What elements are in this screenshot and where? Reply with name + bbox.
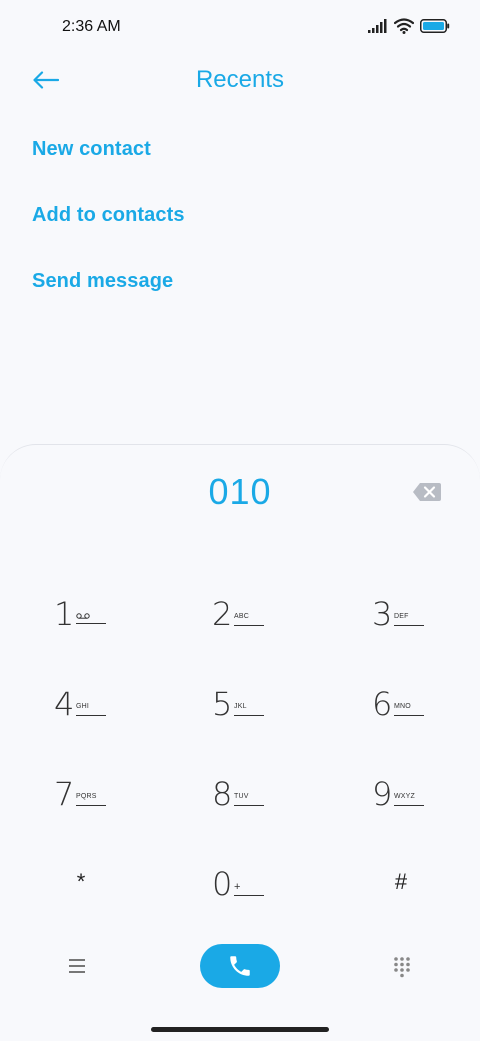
status-icons <box>368 18 450 34</box>
backspace-icon <box>413 483 441 501</box>
menu-button[interactable] <box>66 956 88 976</box>
key-7[interactable]: 7 PQRS <box>54 765 154 821</box>
key-digit: 4 <box>54 685 75 723</box>
key-star[interactable]: * <box>66 855 166 911</box>
key-1[interactable]: 1 <box>54 585 154 641</box>
bottom-bar <box>0 944 480 990</box>
wifi-icon <box>394 18 414 34</box>
key-sub: TUV <box>234 793 264 806</box>
voicemail-icon <box>76 613 90 619</box>
key-digit: 6 <box>372 685 393 723</box>
key-sub: DEF <box>394 613 424 626</box>
key-3[interactable]: 3 DEF <box>372 585 472 641</box>
key-hash[interactable]: # <box>386 855 480 911</box>
key-2[interactable]: 2 ABC <box>212 585 312 641</box>
signal-icon <box>368 19 387 33</box>
new-contact-link[interactable]: New contact <box>32 130 185 196</box>
key-sub: GHI <box>76 703 106 716</box>
key-sub: PQRS <box>76 793 106 806</box>
page-title: Recents <box>195 66 285 93</box>
keypad-row: 7 PQRS 8 TUV 9 WXYZ <box>0 765 480 825</box>
key-digit: 9 <box>372 775 393 813</box>
key-0[interactable]: 0 + <box>212 855 312 911</box>
key-sub: + <box>234 882 264 896</box>
keypad-row: 4 GHI 5 JKL 6 MNO <box>0 675 480 735</box>
key-digit: 5 <box>212 685 233 723</box>
dialpad-toggle-button[interactable] <box>392 956 412 978</box>
key-digit: * <box>76 869 86 894</box>
call-button[interactable] <box>200 944 280 988</box>
status-time: 2:36 AM <box>62 18 121 35</box>
key-sub: JKL <box>234 703 264 716</box>
key-digit: # <box>394 869 408 894</box>
key-digit: 0 <box>212 865 233 903</box>
status-bar: 2:36 AM <box>0 0 480 56</box>
key-sub: WXYZ <box>394 793 424 806</box>
keypad-row: * 0 + # <box>0 855 480 915</box>
add-to-contacts-link[interactable]: Add to contacts <box>32 196 185 262</box>
key-9[interactable]: 9 WXYZ <box>372 765 472 821</box>
backspace-button[interactable] <box>412 481 442 503</box>
phone-icon <box>230 956 250 976</box>
key-digit: 2 <box>212 595 233 633</box>
key-sub-voicemail <box>76 613 106 624</box>
action-list: New contact Add to contacts Send message <box>32 130 185 328</box>
key-digit: 7 <box>54 775 75 813</box>
key-sub: ABC <box>234 613 264 626</box>
send-message-link[interactable]: Send message <box>32 262 185 328</box>
key-sub: MNO <box>394 703 424 716</box>
key-6[interactable]: 6 MNO <box>372 675 472 731</box>
key-digit: 3 <box>372 595 393 633</box>
home-indicator[interactable] <box>151 1027 329 1032</box>
key-digit: 1 <box>54 595 75 633</box>
key-5[interactable]: 5 JKL <box>212 675 312 731</box>
key-4[interactable]: 4 GHI <box>54 675 154 731</box>
dialpad-icon <box>394 957 410 978</box>
dialed-number: 010 <box>208 471 272 512</box>
menu-icon <box>69 959 85 973</box>
key-digit: 8 <box>212 775 233 813</box>
keypad-row: 1 2 ABC 3 DEF <box>0 585 480 645</box>
key-8[interactable]: 8 TUV <box>212 765 312 821</box>
battery-icon <box>420 19 450 33</box>
